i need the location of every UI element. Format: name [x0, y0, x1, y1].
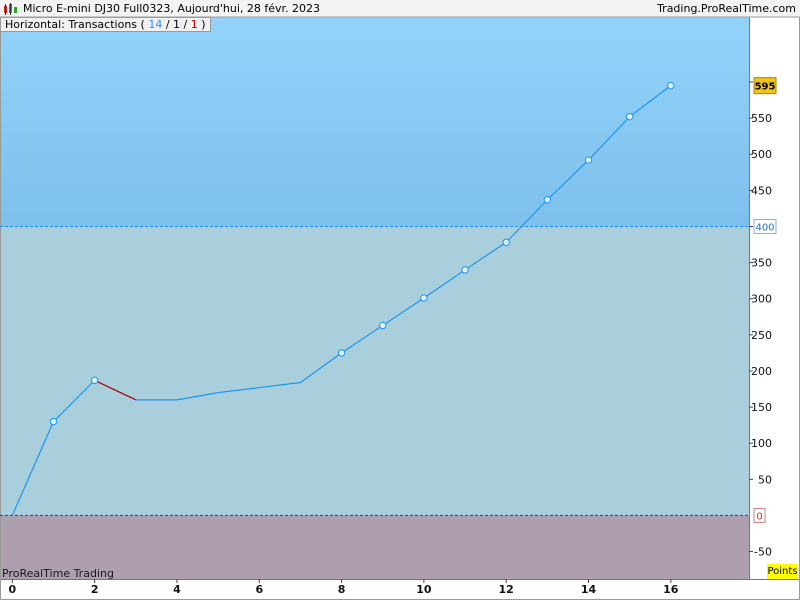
- data-point: [584, 156, 593, 164]
- x-tick-label: 8: [338, 583, 346, 596]
- legend-label: Horizontal: Transactions: [5, 18, 138, 31]
- x-tick-label: 10: [416, 583, 432, 596]
- x-tick-label: 4: [173, 583, 181, 596]
- x-tick-label: 12: [499, 583, 514, 596]
- x-tick-label: 16: [663, 583, 679, 596]
- y-tick-label: 100: [751, 437, 772, 450]
- y-tick-label: 250: [751, 329, 772, 342]
- y-tick-label: -50: [754, 546, 772, 559]
- zero-badge-label: 0: [756, 511, 762, 522]
- site-name: Trading.ProRealTime.com: [657, 2, 796, 15]
- legend-separator: /: [165, 18, 170, 31]
- data-point: [379, 321, 387, 330]
- y-tick-label: 50: [758, 473, 772, 486]
- x-tick-label: 14: [581, 583, 597, 596]
- indicator-legend[interactable]: Horizontal: Transactions ( 14 / 1 / 1 ): [0, 17, 211, 32]
- y-tick-label: 550: [751, 112, 772, 125]
- data-point: [667, 81, 675, 90]
- middle-zone: [0, 226, 749, 516]
- y-tick-label: 450: [751, 184, 772, 197]
- chart-title: Micro E-mini DJ30 Full0323, Aujourd'hui,…: [23, 2, 321, 15]
- y-unit-label: Points: [767, 564, 798, 579]
- x-tick-label: 0: [9, 583, 17, 596]
- y-tick-label: 200: [751, 365, 772, 378]
- legend-count-losing: 1: [190, 18, 198, 31]
- data-point: [543, 196, 552, 204]
- data-point: [502, 238, 510, 247]
- threshold-badge-label: 400: [755, 222, 774, 233]
- last-value-label: 595: [755, 82, 776, 93]
- chart-background: [0, 16, 800, 600]
- y-tick-label: 500: [751, 148, 772, 161]
- y-tick-label: 150: [751, 401, 772, 414]
- data-point: [49, 417, 58, 426]
- legend-open-paren: (: [140, 18, 145, 31]
- watermark: ProRealTime Trading: [2, 567, 114, 580]
- legend-count-neutral: 1: [173, 18, 181, 31]
- y-tick-label: 350: [751, 257, 772, 270]
- x-tick-label: 6: [255, 583, 263, 596]
- x-tick-label: 2: [91, 583, 99, 596]
- legend-separator: /: [183, 18, 188, 31]
- title-bar: Micro E-mini DJ30 Full0323, Aujourd'hui,…: [0, 0, 800, 17]
- legend-count-total: 14: [148, 18, 163, 31]
- x-axis-panel: [0, 579, 749, 600]
- y-tick-label: 300: [751, 293, 772, 306]
- data-point: [420, 294, 428, 302]
- data-point: [625, 112, 634, 121]
- upper-zone: [0, 17, 749, 227]
- candlestick-icon: [4, 3, 17, 15]
- data-point: [337, 349, 346, 357]
- data-point: [90, 376, 99, 385]
- data-point: [461, 266, 469, 274]
- legend-close-paren: ): [201, 18, 206, 31]
- equity-curve-chart: -50501001502002503003504505005500 2 4 6 8 10 1…: [0, 16, 800, 600]
